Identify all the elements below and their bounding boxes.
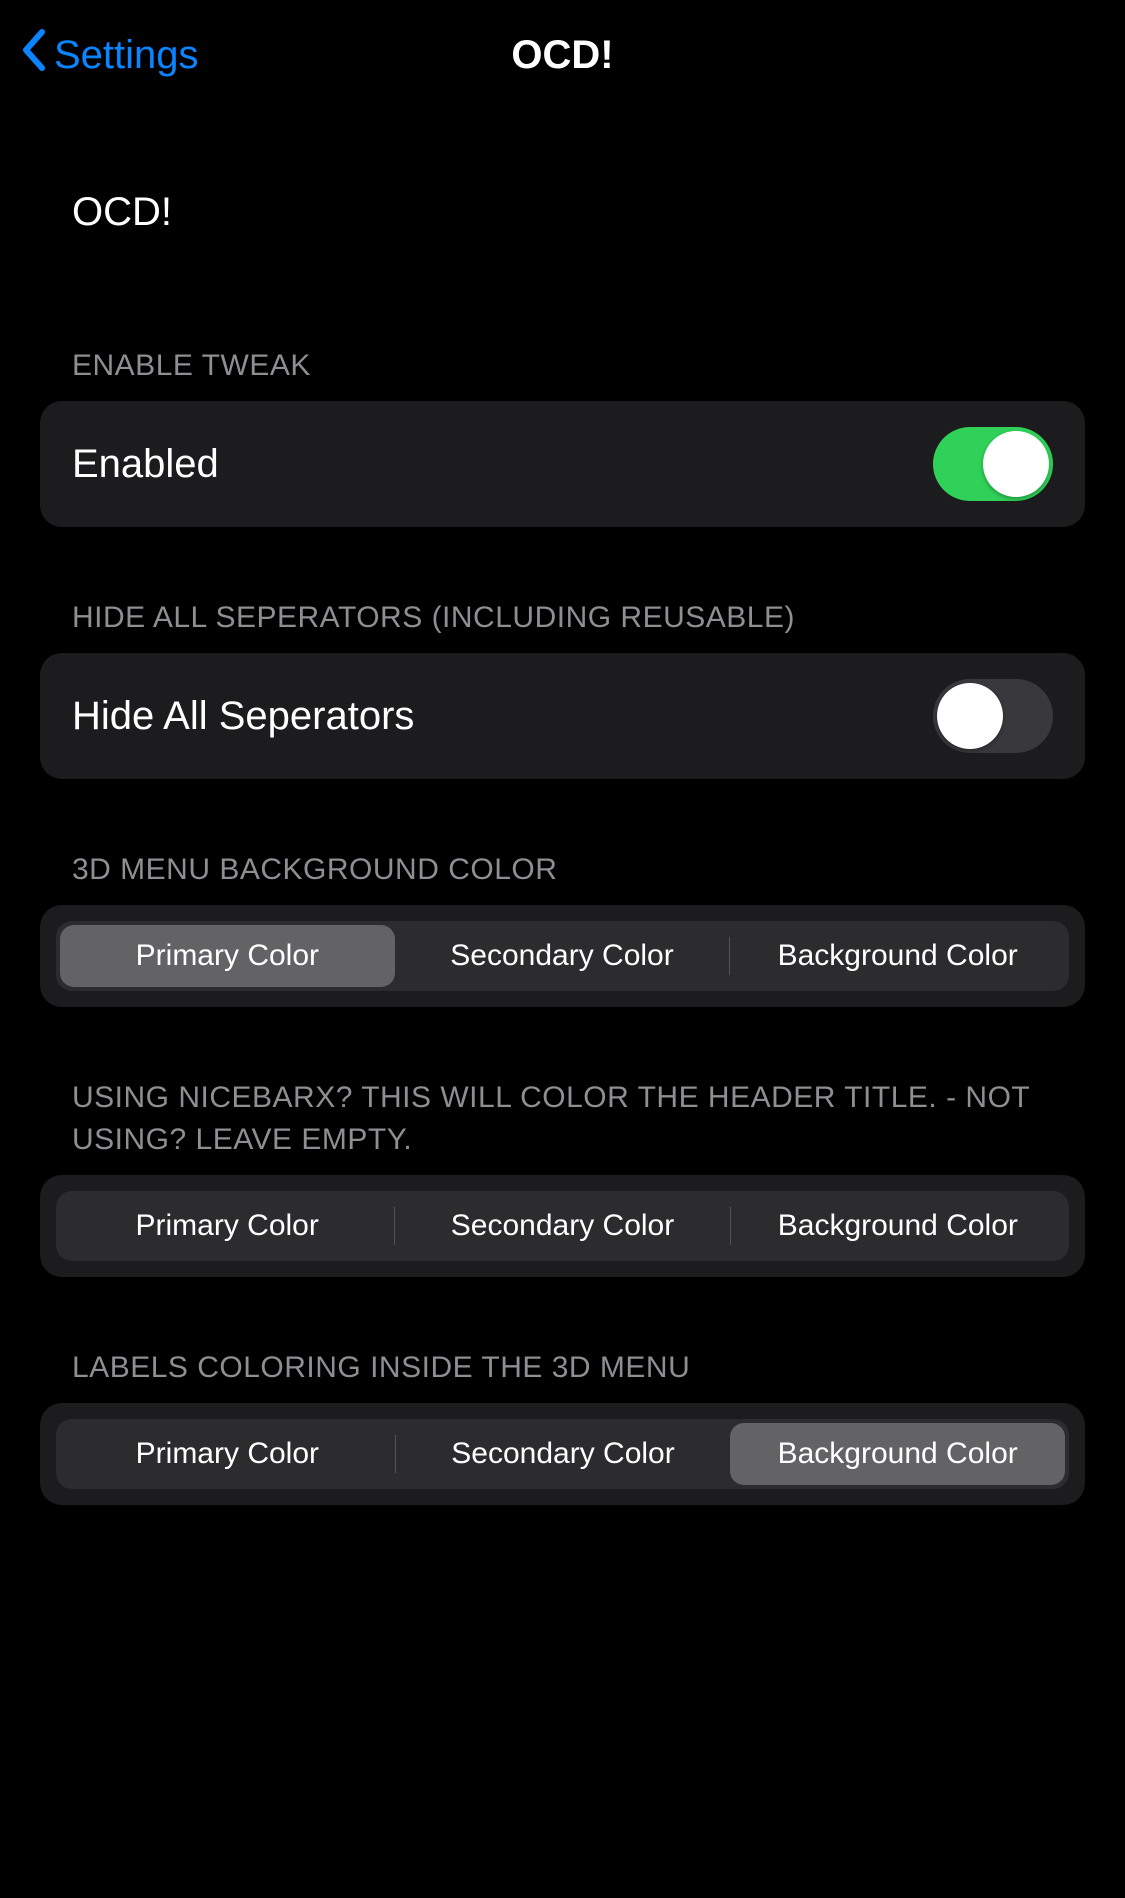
section-header-hide-sep: HIDE ALL SEPERATORS (INCLUDING REUSABLE) [40, 527, 1085, 653]
menu-bg-segment-background[interactable]: Background Color [730, 925, 1065, 987]
back-label: Settings [54, 33, 199, 78]
nicebarx-segment-primary[interactable]: Primary Color [60, 1195, 394, 1257]
nicebarx-row: Primary Color Secondary Color Background… [40, 1175, 1085, 1277]
menu-bg-segment-secondary[interactable]: Secondary Color [395, 925, 730, 987]
hide-seperators-toggle[interactable] [933, 679, 1053, 753]
nicebarx-segment-secondary[interactable]: Secondary Color [395, 1195, 729, 1257]
toggle-knob-icon [937, 683, 1003, 749]
nicebarx-segment-background[interactable]: Background Color [731, 1195, 1065, 1257]
hide-seperators-label: Hide All Seperators [72, 694, 414, 739]
toggle-knob-icon [983, 431, 1049, 497]
enable-toggle[interactable] [933, 427, 1053, 501]
labels-coloring-segment-secondary[interactable]: Secondary Color [396, 1423, 731, 1485]
enable-row: Enabled [40, 401, 1085, 527]
labels-coloring-segmented-control: Primary Color Secondary Color Background… [56, 1419, 1069, 1489]
hide-seperators-row: Hide All Seperators [40, 653, 1085, 779]
back-button[interactable]: Settings [20, 28, 199, 82]
section-header-menu-bg: 3D MENU BACKGROUND COLOR [40, 779, 1085, 905]
menu-bg-segment-primary[interactable]: Primary Color [60, 925, 395, 987]
navigation-bar: Settings OCD! [0, 0, 1125, 110]
menu-bg-row: Primary Color Secondary Color Background… [40, 905, 1085, 1007]
enable-label: Enabled [72, 442, 219, 487]
labels-coloring-segment-primary[interactable]: Primary Color [60, 1423, 395, 1485]
section-header-enable: ENABLE TWEAK [40, 275, 1085, 401]
chevron-left-icon [20, 28, 46, 82]
section-intro-title: OCD! [40, 110, 1085, 275]
labels-coloring-row: Primary Color Secondary Color Background… [40, 1403, 1085, 1505]
section-header-nicebarx: USING NICEBARX? THIS WILL COLOR THE HEAD… [40, 1007, 1085, 1175]
menu-bg-segmented-control: Primary Color Secondary Color Background… [56, 921, 1069, 991]
labels-coloring-segment-background[interactable]: Background Color [730, 1423, 1065, 1485]
nicebarx-segmented-control: Primary Color Secondary Color Background… [56, 1191, 1069, 1261]
section-header-labels-coloring: LABELS COLORING INSIDE THE 3D MENU [40, 1277, 1085, 1403]
